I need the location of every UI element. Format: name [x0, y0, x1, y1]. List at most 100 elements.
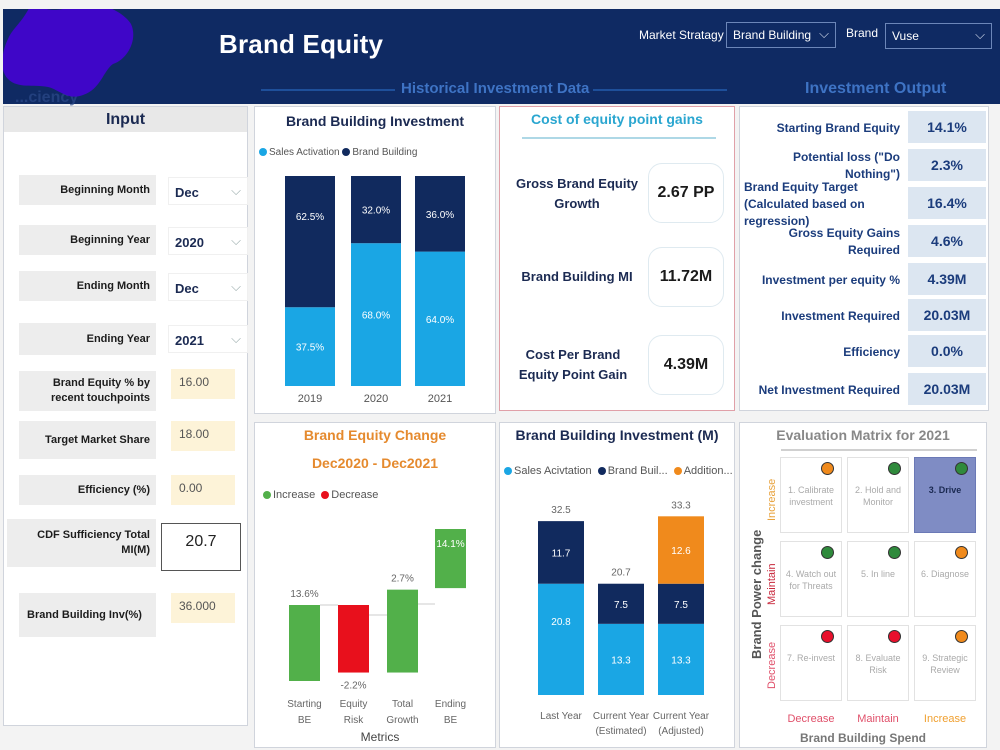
- beginning-year-dropdown[interactable]: 2020 ⌵: [168, 227, 248, 255]
- matrix-cell[interactable]: 6. Diagnose: [914, 541, 976, 617]
- output-row-value: 20.03M: [908, 299, 986, 331]
- historical-section-title: Historical Investment Data: [401, 80, 590, 97]
- input-panel-title: Input: [4, 107, 247, 132]
- ending-month-value: Dec: [175, 281, 199, 296]
- chevron-down-icon: ⌵: [231, 183, 241, 198]
- efficiency-label: Efficiency (%): [19, 475, 156, 505]
- matrix-row-label: Decrease: [766, 641, 778, 689]
- redaction-scribble: [3, 9, 134, 97]
- input-panel: Input Beginning Month Dec ⌵ Beginning Yea…: [3, 106, 248, 726]
- dashboard: ...ciency Brand Equity Market Stratagy B…: [0, 0, 1000, 750]
- ending-year-label: Ending Year: [19, 323, 156, 355]
- efficiency-input[interactable]: 0.00: [171, 475, 235, 505]
- brand-building-inv-label: Brand Building Inv(%): [19, 593, 156, 637]
- output-row-value: 16.4%: [908, 187, 986, 219]
- beginning-month-value: Dec: [175, 185, 199, 200]
- data-label: 68.0%: [362, 311, 390, 322]
- total-label: 33.3: [671, 500, 691, 511]
- x-tick-label: Last Year: [540, 711, 582, 722]
- matrix-cell[interactable]: 9. Strategic Review: [914, 625, 976, 701]
- matrix-cell[interactable]: 1. Calibrate investment: [780, 457, 842, 533]
- data-label: 13.6%: [290, 589, 318, 600]
- matrix-cell[interactable]: 7. Re-invest: [780, 625, 842, 701]
- divider: [593, 89, 727, 91]
- waterfall-bar: [435, 529, 466, 589]
- status-dot-icon: [821, 630, 834, 643]
- x-tick-label: Current Year (Adjusted): [653, 711, 710, 737]
- ending-year-dropdown[interactable]: 2021 ⌵: [168, 325, 248, 353]
- cost-card-title: Cost of equity point gains: [531, 111, 703, 127]
- data-label: 36.0%: [426, 210, 454, 221]
- brand-building-investment-m-card: Brand Building Investment (M) Sales Aciv…: [499, 422, 735, 748]
- matrix-row-label: Increase: [766, 478, 778, 521]
- output-row-label: Net Investment Required: [758, 382, 900, 397]
- status-dot-icon: [888, 546, 901, 559]
- matrix-cell[interactable]: 2. Hold and Monitor: [847, 457, 909, 533]
- output-row: Efficiency 0.0%: [740, 335, 990, 369]
- output-row-label: Efficiency: [843, 344, 900, 359]
- output-row-value: 14.1%: [908, 111, 986, 143]
- brand-equity-touchpoints-input[interactable]: 16.00: [171, 369, 235, 399]
- matrix-x-axis-title: Brand Building Spend: [800, 731, 926, 745]
- status-dot-icon: [821, 462, 834, 475]
- total-label: 32.5: [551, 505, 571, 516]
- matrix-col-label: Increase: [923, 713, 967, 725]
- status-dot-icon: [821, 546, 834, 559]
- x-tick-label: Starting BE: [287, 699, 321, 726]
- waterfall-bar: [289, 605, 320, 681]
- matrix-row-label: Maintain: [766, 563, 778, 605]
- header-bar: ...ciency Brand Equity Market Stratagy B…: [3, 9, 1000, 106]
- matrix-col-label: Maintain: [857, 713, 899, 725]
- market-strategy-label: Market Stratagy: [639, 28, 724, 42]
- output-section-title: Investment Output: [805, 80, 947, 97]
- matrix-cell[interactable]: 8. Evaluate Risk: [847, 625, 909, 701]
- output-row-value: 0.0%: [908, 335, 986, 367]
- gross-brand-equity-growth-label: Gross Brand Equity Growth: [515, 176, 639, 211]
- x-tick-label: Ending BE: [435, 699, 466, 726]
- beginning-year-value: 2020: [175, 235, 204, 250]
- data-label: 32.0%: [362, 206, 390, 217]
- brand-select[interactable]: Vuse ⌵: [885, 23, 992, 49]
- chevron-down-icon: ⌵: [231, 279, 241, 294]
- matrix-cell-label: 1. Calibrate investment: [787, 485, 835, 507]
- matrix-cell[interactable]: 5. In line: [847, 541, 909, 617]
- stacked-bar-chart-m: 20.8 11.7 32.5 Last Year 13.3 7.5 20.7 Current …: [538, 500, 710, 737]
- x-tick-label: 2021: [428, 393, 452, 405]
- target-market-share-label: Target Market Share: [19, 421, 156, 459]
- target-market-share-input[interactable]: 18.00: [171, 421, 235, 451]
- beginning-year-label: Beginning Year: [19, 225, 156, 255]
- output-row: Net Investment Required 20.03M: [740, 373, 990, 407]
- matrix-cell-label: 3. Drive: [928, 485, 962, 495]
- ending-month-dropdown[interactable]: Dec ⌵: [168, 273, 248, 301]
- brand-building-inv-input[interactable]: 36.000: [171, 593, 235, 623]
- output-row: Investment Required 20.03M: [740, 299, 990, 333]
- data-label: 37.5%: [296, 343, 324, 354]
- output-row: Starting Brand Equity 14.1%: [740, 111, 990, 145]
- market-strategy-select[interactable]: Brand Building ⌵: [726, 22, 836, 48]
- matrix-cell-label: 7. Re-invest: [786, 653, 836, 663]
- x-axis-title: Metrics: [361, 730, 400, 744]
- matrix-cell[interactable]: 3. Drive: [914, 457, 976, 533]
- beginning-month-dropdown[interactable]: Dec ⌵: [168, 177, 248, 205]
- matrix-cell-label: 5. In line: [860, 569, 896, 579]
- stacked-bar-chart-pct: 37.5% 62.5% 2019 68.0% 32.0% 2020 64.0% 36.0% 20…: [285, 176, 465, 405]
- x-tick-label: Total Growth: [386, 699, 418, 726]
- brand-equity-change-card: Brand Equity Change Dec2020 - Dec2021 In…: [254, 422, 496, 748]
- matrix-cell[interactable]: 4. Watch out for Threats: [780, 541, 842, 617]
- brand-building-mi-label: Brand Building MI: [521, 269, 633, 284]
- divider: [261, 89, 395, 91]
- data-label: 14.1%: [436, 539, 464, 550]
- brand-label: Brand: [846, 26, 879, 40]
- x-tick-label: 2020: [364, 393, 388, 405]
- output-row-value: 20.03M: [908, 373, 986, 405]
- ending-year-value: 2021: [175, 333, 204, 348]
- bar-segment: [538, 583, 584, 695]
- output-row-value: 4.39M: [908, 263, 986, 295]
- chevron-down-icon: ⌵: [975, 27, 985, 42]
- output-row-label: Investment per equity %: [761, 272, 900, 287]
- matrix-cell-label: 4. Watch out for Threats: [785, 569, 837, 591]
- status-dot-icon: [888, 630, 901, 643]
- waterfall-bar: [387, 589, 418, 673]
- output-row: Gross Equity Gains Required 4.6%: [740, 225, 990, 259]
- x-tick-label: Equity Risk: [340, 699, 368, 726]
